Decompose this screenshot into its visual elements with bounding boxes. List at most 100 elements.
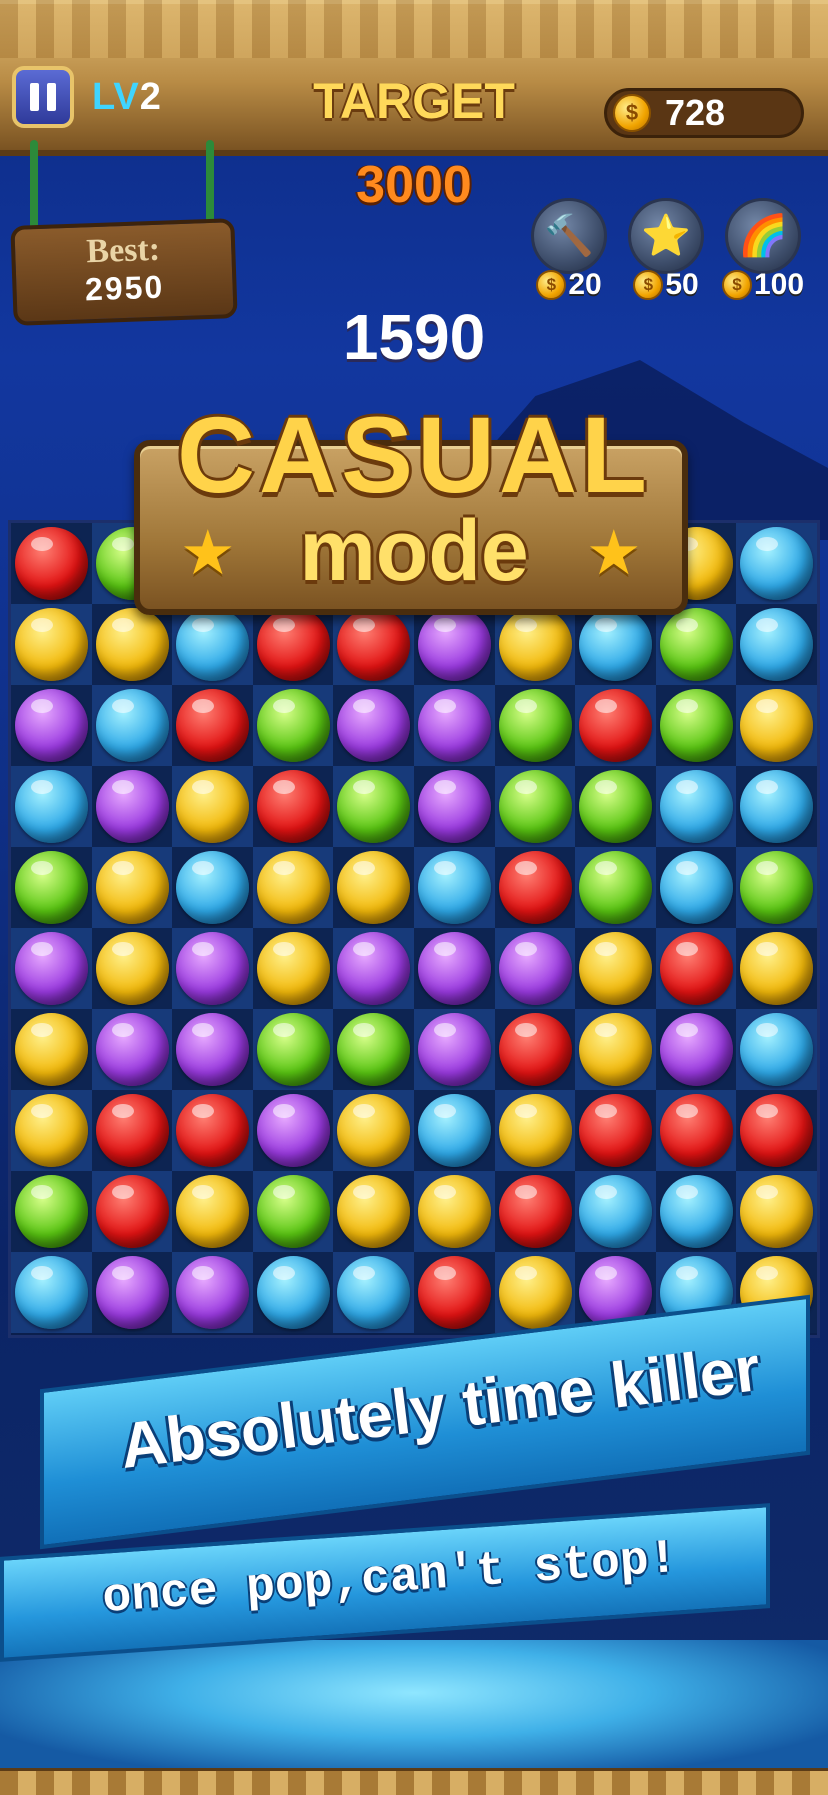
yellow-ball-icon[interactable] [740, 689, 814, 762]
red-ball-icon[interactable] [498, 1175, 572, 1248]
purple-ball-icon[interactable] [418, 932, 491, 1005]
game-board[interactable] [8, 520, 820, 1338]
blue-ball-icon[interactable] [256, 1256, 330, 1329]
red-ball-icon[interactable] [256, 608, 330, 681]
red-ball-icon[interactable] [659, 1094, 733, 1167]
green-ball-icon[interactable] [15, 1175, 88, 1248]
yellow-ball-icon[interactable] [95, 608, 169, 681]
red-ball-icon[interactable] [256, 770, 330, 843]
purple-ball-icon[interactable] [337, 932, 411, 1005]
blue-ball-icon[interactable] [740, 770, 814, 843]
purple-ball-icon[interactable] [15, 932, 88, 1005]
star-wand-icon: ⭐ [628, 198, 704, 274]
board-cell [575, 928, 657, 1009]
green-ball-icon[interactable] [659, 608, 733, 681]
yellow-ball-icon[interactable] [15, 1094, 88, 1167]
green-ball-icon[interactable] [579, 851, 653, 924]
blue-ball-icon[interactable] [740, 608, 814, 681]
red-ball-icon[interactable] [176, 689, 250, 762]
yellow-ball-icon[interactable] [740, 932, 814, 1005]
blue-ball-icon[interactable] [418, 1094, 491, 1167]
blue-ball-icon[interactable] [579, 1175, 653, 1248]
blue-ball-icon[interactable] [15, 1256, 88, 1329]
yellow-ball-icon[interactable] [579, 1013, 653, 1086]
purple-ball-icon[interactable] [95, 1256, 169, 1329]
board-cell [172, 766, 254, 847]
purple-ball-icon[interactable] [418, 689, 491, 762]
glowing-floor [0, 1640, 828, 1772]
board-cell [414, 1252, 495, 1333]
green-ball-icon[interactable] [579, 770, 653, 843]
yellow-ball-icon[interactable] [176, 770, 250, 843]
yellow-ball-icon[interactable] [337, 1175, 411, 1248]
blue-ball-icon[interactable] [740, 1013, 814, 1086]
red-ball-icon[interactable] [337, 608, 411, 681]
purple-ball-icon[interactable] [337, 689, 411, 762]
red-ball-icon[interactable] [176, 1094, 250, 1167]
purple-ball-icon[interactable] [95, 1013, 169, 1086]
green-ball-icon[interactable] [740, 851, 814, 924]
red-ball-icon[interactable] [579, 689, 653, 762]
blue-ball-icon[interactable] [659, 770, 733, 843]
purple-ball-icon[interactable] [176, 932, 250, 1005]
red-ball-icon[interactable] [498, 851, 572, 924]
blue-ball-icon[interactable] [337, 1256, 411, 1329]
purple-ball-icon[interactable] [659, 1013, 733, 1086]
yellow-ball-icon[interactable] [95, 932, 169, 1005]
yellow-ball-icon[interactable] [418, 1175, 491, 1248]
yellow-ball-icon[interactable] [15, 1013, 88, 1086]
yellow-ball-icon[interactable] [337, 1094, 411, 1167]
blue-ball-icon[interactable] [659, 1175, 733, 1248]
blue-ball-icon[interactable] [95, 689, 169, 762]
booster-magic-wand[interactable]: ⭐ $50 [622, 198, 710, 302]
blue-ball-icon[interactable] [176, 608, 250, 681]
green-ball-icon[interactable] [337, 1013, 411, 1086]
purple-ball-icon[interactable] [176, 1013, 250, 1086]
yellow-ball-icon[interactable] [95, 851, 169, 924]
yellow-ball-icon[interactable] [15, 608, 88, 681]
red-ball-icon[interactable] [740, 1094, 814, 1167]
purple-ball-icon[interactable] [418, 608, 491, 681]
purple-ball-icon[interactable] [418, 1013, 491, 1086]
yellow-ball-icon[interactable] [256, 851, 330, 924]
yellow-ball-icon[interactable] [579, 932, 653, 1005]
blue-ball-icon[interactable] [659, 851, 733, 924]
purple-ball-icon[interactable] [176, 1256, 250, 1329]
red-ball-icon[interactable] [659, 932, 733, 1005]
yellow-ball-icon[interactable] [740, 1175, 814, 1248]
yellow-ball-icon[interactable] [498, 1256, 572, 1329]
green-ball-icon[interactable] [337, 770, 411, 843]
yellow-ball-icon[interactable] [498, 608, 572, 681]
purple-ball-icon[interactable] [418, 770, 491, 843]
green-ball-icon[interactable] [256, 1175, 330, 1248]
booster-rainbow-ball[interactable]: 🌈 $100 [719, 198, 807, 302]
blue-ball-icon[interactable] [15, 770, 88, 843]
red-ball-icon[interactable] [498, 1013, 572, 1086]
booster-hammer[interactable]: 🔨 $20 [525, 198, 613, 302]
board-cell [172, 1009, 254, 1090]
yellow-ball-icon[interactable] [337, 851, 411, 924]
green-ball-icon[interactable] [498, 770, 572, 843]
green-ball-icon[interactable] [256, 689, 330, 762]
green-ball-icon[interactable] [15, 851, 88, 924]
board-cell [494, 1090, 576, 1171]
red-ball-icon[interactable] [418, 1256, 491, 1329]
purple-ball-icon[interactable] [498, 932, 572, 1005]
yellow-ball-icon[interactable] [498, 1094, 572, 1167]
blue-ball-icon[interactable] [418, 851, 491, 924]
green-ball-icon[interactable] [256, 1013, 330, 1086]
blue-ball-icon[interactable] [579, 608, 653, 681]
board-cell [736, 604, 818, 685]
red-ball-icon[interactable] [95, 1175, 169, 1248]
green-ball-icon[interactable] [659, 689, 733, 762]
red-ball-icon[interactable] [95, 1094, 169, 1167]
purple-ball-icon[interactable] [95, 770, 169, 843]
purple-ball-icon[interactable] [256, 1094, 330, 1167]
coin-balance[interactable]: $ 728 [604, 88, 804, 138]
red-ball-icon[interactable] [579, 1094, 653, 1167]
blue-ball-icon[interactable] [176, 851, 250, 924]
purple-ball-icon[interactable] [15, 689, 88, 762]
yellow-ball-icon[interactable] [256, 932, 330, 1005]
green-ball-icon[interactable] [498, 689, 572, 762]
yellow-ball-icon[interactable] [176, 1175, 250, 1248]
